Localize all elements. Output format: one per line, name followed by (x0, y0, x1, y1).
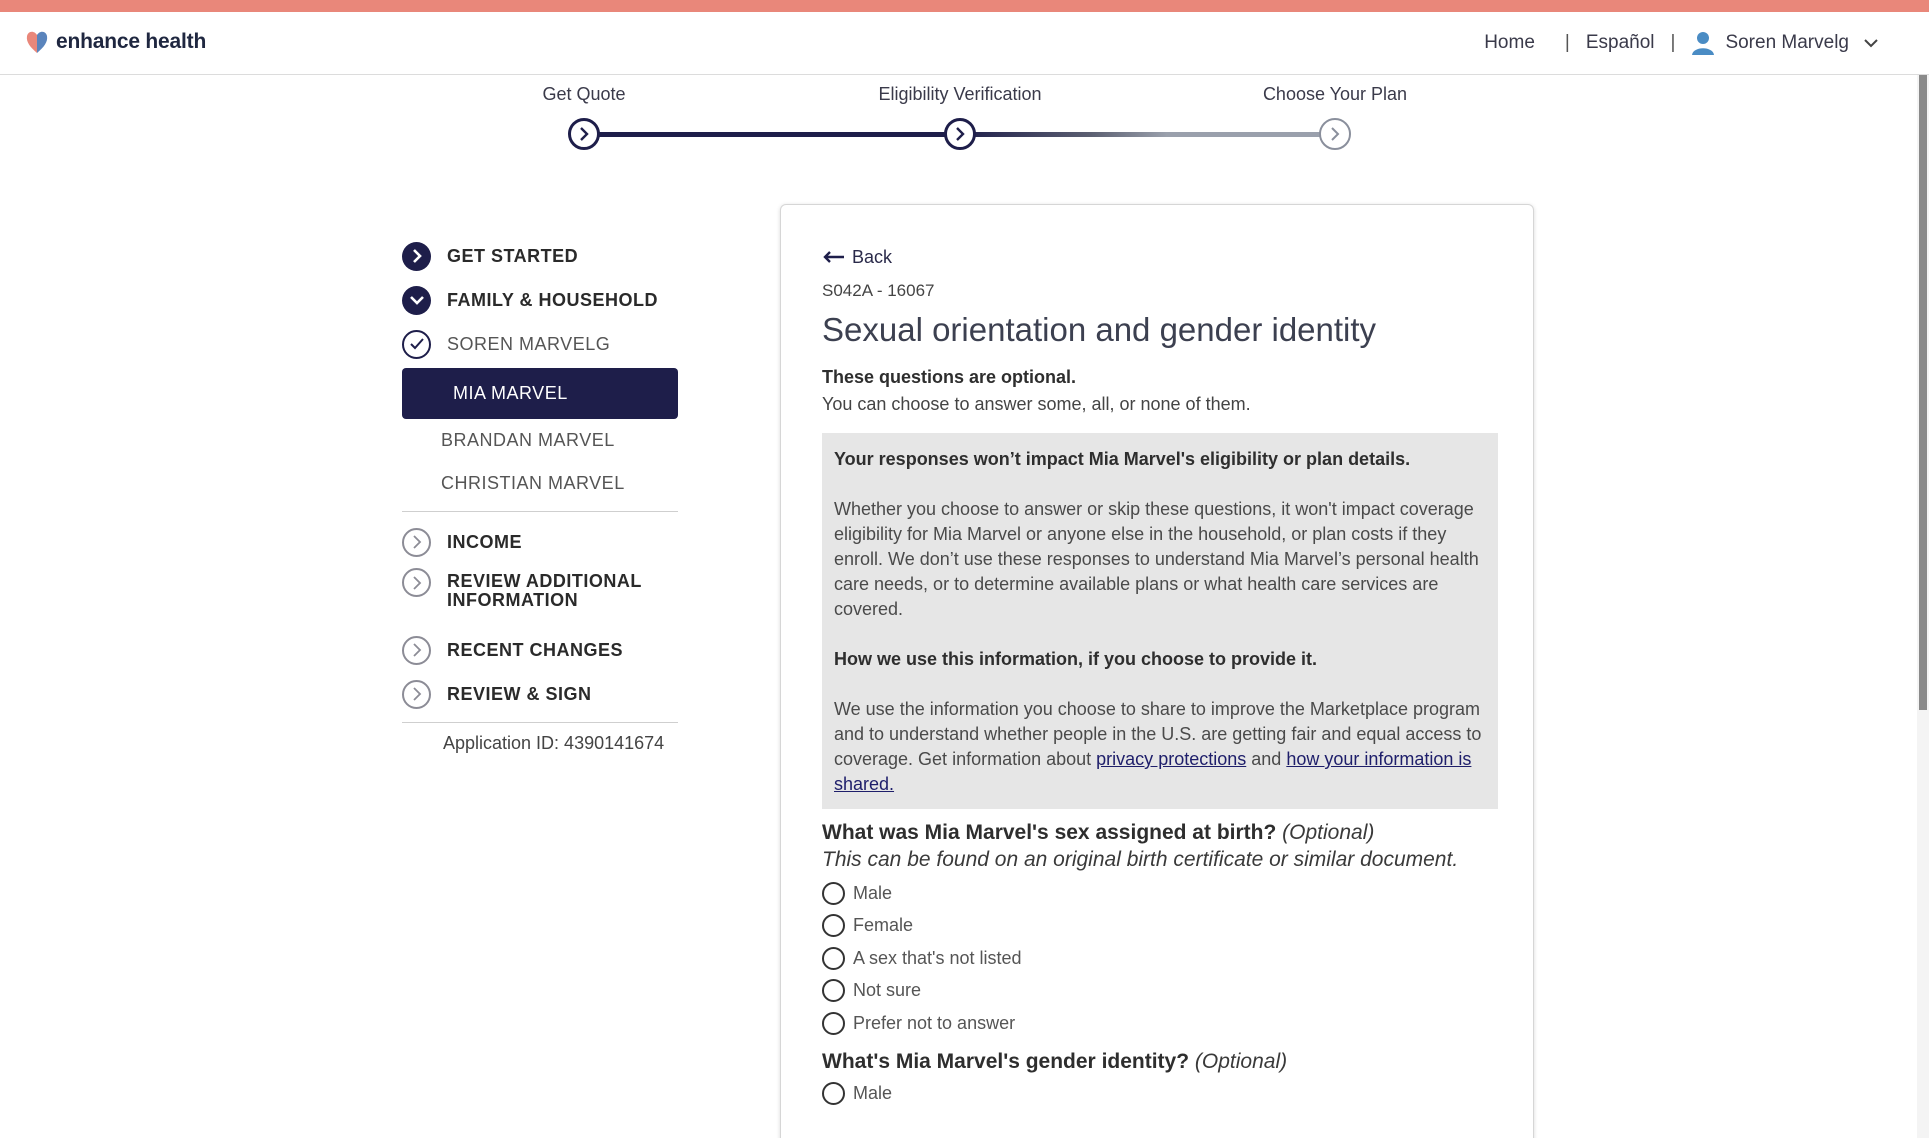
radio-circle[interactable] (822, 946, 845, 970)
question-hint: This can be found on an original birth c… (822, 848, 1459, 871)
user-menu[interactable]: Soren Marvelg (1691, 31, 1889, 55)
radio-circle[interactable] (822, 914, 845, 938)
chevron-down-icon (402, 285, 431, 315)
step-circle-choose-plan[interactable] (1319, 118, 1351, 150)
sidebar-item-get-started[interactable]: GET STARTED (402, 234, 692, 278)
question-sex-at-birth: What was Mia Marvel's sex assigned at bi… (822, 819, 1498, 873)
step-label-eligibility: Eligibility Verification (878, 84, 1042, 104)
chevron-right-icon (956, 127, 965, 141)
label-line-2: INFORMATION (447, 590, 579, 610)
question-card: Back S042A - 16067 Sexual orientation an… (780, 204, 1534, 1138)
sidebar-divider (402, 511, 678, 512)
radio-label: A sex that's not listed (853, 947, 1022, 968)
radio-option-female[interactable]: Female (822, 910, 1498, 943)
radio-option-not-sure[interactable]: Not sure (822, 975, 1498, 1008)
radio-circle[interactable] (822, 1082, 845, 1106)
nav-separator: | (1670, 32, 1676, 53)
radio-circle[interactable] (822, 979, 845, 1003)
radio-option-male[interactable]: Male (822, 877, 1498, 910)
chevron-right-icon (402, 527, 431, 557)
chevron-right-icon (402, 635, 431, 665)
brand-name: enhance health (56, 30, 207, 53)
sidebar-item-label: RECENT CHANGES (447, 639, 624, 660)
info-box: Your responses won’t impact Mia Marvel's… (822, 433, 1498, 809)
stepper-line-complete (584, 132, 960, 137)
radio-option-prefer-not[interactable]: Prefer not to answer (822, 1007, 1498, 1040)
sidebar-item-label: FAMILY & HOUSEHOLD (447, 289, 659, 310)
sidebar-item-mia-marvel[interactable]: MIA MARVEL (402, 368, 678, 419)
user-icon (1692, 32, 1715, 55)
home-link[interactable]: Home (1484, 32, 1535, 54)
language-link[interactable]: Español (1586, 32, 1655, 54)
question-text: What was Mia Marvel's sex assigned at bi… (822, 821, 1277, 844)
privacy-protections-link[interactable]: privacy protections (1096, 749, 1246, 769)
header: enhance health Home | Español | Soren Ma… (0, 12, 1929, 75)
label-line-1: REVIEW ADDITIONAL (447, 571, 642, 591)
optional-heading: These questions are optional. (822, 367, 1077, 387)
step-label-get-quote: Get Quote (542, 84, 626, 104)
info-heading-usage: How we use this information, if you choo… (834, 649, 1318, 669)
logo[interactable]: enhance health (24, 29, 206, 55)
radio-label: Male (853, 882, 893, 903)
chevron-right-icon (402, 568, 431, 597)
optional-subtext: You can choose to answer some, all, or n… (822, 394, 1251, 414)
radio-label: Female (853, 915, 914, 936)
radio-label: Not sure (853, 980, 922, 1001)
scrollbar-thumb[interactable] (1919, 75, 1927, 710)
radio-circle[interactable] (822, 1011, 845, 1035)
heart-logo-icon (26, 31, 48, 53)
chevron-right-icon (580, 127, 589, 141)
sidebar-item-label: GET STARTED (447, 245, 579, 266)
arrow-left-icon (823, 251, 844, 263)
stepper-line-partial (960, 132, 1336, 137)
sidebar-item-family-household[interactable]: FAMILY & HOUSEHOLD (402, 278, 692, 322)
top-nav: Home | Español | Soren Marvelg (1484, 31, 1889, 55)
question-text: What's Mia Marvel's gender identity? (822, 1049, 1190, 1073)
page-title: Sexual orientation and gender identity (822, 311, 1377, 348)
application-id: Application ID: 4390141674 (443, 733, 665, 753)
sidebar-item-income[interactable]: INCOME (402, 520, 692, 564)
radio-group-gender-identity: Male (822, 1078, 1498, 1111)
radio-group-sex-at-birth: Male Female A sex that's not listed Not … (822, 877, 1498, 1040)
radio-label: Prefer not to answer (853, 1012, 1016, 1033)
chevron-right-icon (1331, 127, 1340, 141)
nav-separator: | (1564, 32, 1570, 53)
info-paragraph-impact: Whether you choose to answer or skip the… (834, 499, 1479, 619)
info-heading-impact: Your responses won’t impact Mia Marvel's… (834, 449, 1411, 469)
section-sidebar: GET STARTED FAMILY & HOUSEHOLD SOREN MAR… (402, 234, 692, 754)
step-label-choose-plan: Choose Your Plan (1262, 84, 1408, 104)
screen-code: S042A - 16067 (822, 281, 935, 300)
sidebar-item-review-additional[interactable]: REVIEW ADDITIONAL INFORMATION (402, 564, 692, 628)
back-label: Back (852, 246, 893, 267)
check-icon (402, 329, 431, 359)
optional-tag: (Optional) (1194, 1049, 1288, 1073)
sidebar-item-soren-marvelg[interactable]: SOREN MARVELG (402, 322, 692, 366)
step-circle-get-quote[interactable] (568, 118, 600, 150)
brand-stripe (0, 0, 1929, 12)
radio-label: Male (853, 1083, 893, 1104)
sidebar-item-label: INCOME (447, 531, 522, 552)
user-name: Soren Marvelg (1725, 32, 1849, 53)
and-text: and (1251, 749, 1282, 769)
step-circle-eligibility[interactable] (944, 118, 976, 150)
question-gender-identity: What's Mia Marvel's gender identity? (Op… (822, 1050, 1498, 1074)
sidebar-item-christian-marvel[interactable]: CHRISTIAN MARVEL (402, 462, 692, 505)
sidebar-item-label: REVIEW ADDITIONAL INFORMATION (447, 572, 642, 610)
sidebar-divider (402, 722, 678, 723)
progress-stepper: Get Quote Eligibility Verification Choos… (520, 84, 1420, 164)
back-link[interactable]: Back (822, 245, 1498, 269)
chevron-right-icon (402, 241, 431, 271)
sidebar-item-recent-changes[interactable]: RECENT CHANGES (402, 628, 692, 672)
radio-option-not-listed[interactable]: A sex that's not listed (822, 942, 1498, 975)
chevron-right-icon (402, 679, 431, 709)
radio-option-male[interactable]: Male (822, 1078, 1498, 1111)
radio-circle[interactable] (822, 881, 845, 905)
sidebar-item-review-sign[interactable]: REVIEW & SIGN (402, 672, 692, 716)
optional-tag: (Optional) (1282, 821, 1375, 844)
sidebar-item-brandan-marvel[interactable]: BRANDAN MARVEL (402, 419, 692, 462)
sidebar-item-label: REVIEW & SIGN (447, 683, 592, 704)
sidebar-item-label: SOREN MARVELG (447, 333, 611, 354)
info-paragraph-usage: We use the information you choose to sha… (834, 697, 1486, 797)
chevron-down-icon (1864, 39, 1878, 48)
